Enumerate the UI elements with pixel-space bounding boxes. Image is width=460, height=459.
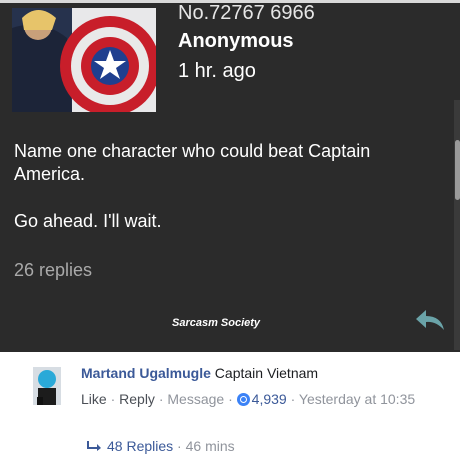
separator: · bbox=[290, 391, 296, 407]
reaction-count[interactable]: 4,939 bbox=[252, 391, 287, 407]
post-replies-count[interactable]: 26 replies bbox=[14, 260, 92, 281]
comment-timestamp[interactable]: Yesterday at 10:35 bbox=[299, 391, 415, 407]
post-author: Anonymous bbox=[178, 30, 294, 52]
scrollbar-thumb[interactable] bbox=[455, 140, 460, 200]
reaction-icon[interactable] bbox=[236, 393, 250, 406]
post-number[interactable]: No.72767 6966 bbox=[178, 2, 315, 25]
reply-arrow-icon bbox=[87, 438, 101, 454]
user-avatar-icon bbox=[33, 367, 61, 405]
separator: · bbox=[228, 391, 233, 407]
view-replies-link[interactable]: 48 Replies · 46 mins bbox=[87, 438, 235, 454]
watermark-label: Sarcasm Society bbox=[172, 317, 261, 329]
separator: · bbox=[110, 391, 116, 407]
post-card: No.72767 6966 Anonymous 1 hr. ago Name o… bbox=[0, 0, 460, 352]
post-text-challenge: Go ahead. I'll wait. bbox=[14, 211, 162, 231]
replies-time: 46 mins bbox=[185, 438, 235, 454]
separator: · bbox=[177, 438, 182, 454]
separator: · bbox=[158, 391, 164, 407]
like-link[interactable]: Like bbox=[81, 391, 107, 407]
message-link[interactable]: Message bbox=[167, 391, 224, 407]
avatar[interactable] bbox=[33, 367, 61, 405]
comment-header: Martand Ugalmugle Captain Vietnam bbox=[81, 365, 318, 381]
replies-count-label[interactable]: 48 Replies bbox=[107, 438, 173, 454]
comment-author-link[interactable]: Martand Ugalmugle bbox=[81, 365, 211, 381]
reply-link[interactable]: Reply bbox=[119, 391, 155, 407]
scrollbar-track[interactable] bbox=[454, 100, 460, 350]
post-text-question: Name one character who could beat Captai… bbox=[14, 141, 371, 184]
post-time: 1 hr. ago bbox=[178, 60, 256, 82]
comment-text: Captain Vietnam bbox=[214, 365, 319, 381]
captain-america-shield-image bbox=[12, 8, 156, 112]
post-thumbnail[interactable] bbox=[12, 8, 156, 112]
comment-actions: Like · Reply · Message · 4,939 · Yesterd… bbox=[81, 389, 431, 409]
share-arrow-icon[interactable] bbox=[414, 308, 446, 332]
